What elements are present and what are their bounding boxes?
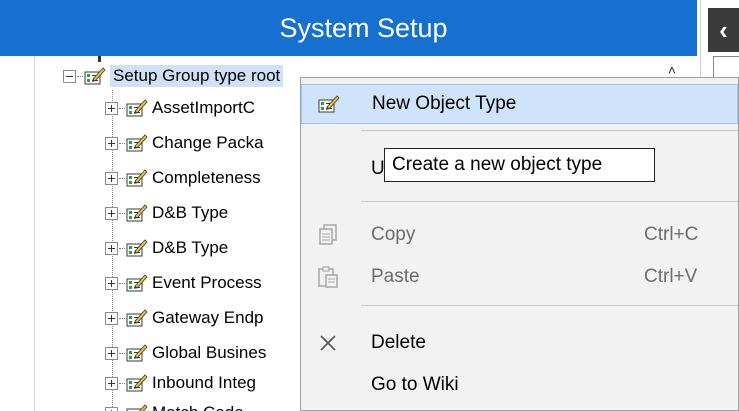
object-type-icon [126,403,148,411]
expand-toggle-icon[interactable] [105,241,118,255]
expand-toggle-icon[interactable] [105,136,118,150]
object-type-icon [126,98,148,118]
tree-node[interactable]: Change Packa [105,129,264,157]
object-type-icon [126,273,148,293]
menu-item-label: New Object Type [372,93,517,114]
menu-item-go-to-wiki[interactable]: Go to Wiki [301,365,738,405]
delete-x-icon [315,330,341,356]
object-type-icon [316,91,342,117]
object-type-icon [126,203,148,223]
menu-separator [361,305,738,306]
menu-item-copy[interactable]: Copy Ctrl+C [301,215,738,255]
expand-toggle-icon[interactable] [105,346,118,360]
tree-node[interactable]: D&B Type [105,234,228,262]
tree-connector [119,247,125,249]
object-type-icon [126,308,148,328]
tree-node-label: Event Process [152,273,262,292]
tree-connector [119,177,125,179]
object-type-icon [126,343,148,363]
menu-item-shortcut: Ctrl+V [644,266,698,287]
tree-connector [119,142,125,144]
collapse-left-arrow-icon[interactable]: ‹ [708,8,739,52]
menu-item-label: U [371,158,385,179]
context-menu: New Object Type U Copy Ctrl+C Paste Ctrl… [300,77,739,411]
tree-node-label: D&B Type [152,203,229,222]
menu-item-label: Delete [371,332,426,353]
tree-connector [119,107,125,109]
expand-toggle-icon[interactable] [105,101,118,115]
menu-item-new-object-type[interactable]: New Object Type [301,84,738,124]
menu-item-label: Copy [371,224,416,245]
tree-node-label: Inbound Integ [152,373,256,392]
paste-icon [315,264,341,290]
tree-node[interactable]: Inbound Integ [105,369,256,397]
tree-node-label: Global Busines [152,343,267,362]
tree-connector [77,75,83,77]
menu-item-paste[interactable]: Paste Ctrl+V [301,257,738,297]
expand-toggle-icon[interactable] [105,376,118,390]
tree-node-label: D&B Type [152,238,229,257]
expand-toggle-icon[interactable] [105,171,118,185]
tree-node[interactable]: Global Busines [105,339,266,367]
object-type-icon [126,168,148,188]
object-type-icon [84,66,106,86]
tree-node-label: Gateway Endp [152,308,264,327]
tooltip: Create a new object type [384,148,655,182]
tree-node-label: Match Code [152,403,244,411]
title-bar: System Setup [0,0,697,56]
tree-connector [119,352,125,354]
window-title: System Setup [279,12,448,43]
tree-node-label: Completeness [152,168,261,187]
menu-separator [361,201,738,202]
tree-connector [119,317,125,319]
tree-connector [119,282,125,284]
expand-toggle-icon[interactable] [105,406,118,411]
object-type-icon [126,238,148,258]
expand-toggle-icon[interactable] [105,311,118,325]
menu-item-delete[interactable]: Delete [301,323,738,363]
expand-toggle-icon[interactable] [105,276,118,290]
menu-item-label: Go to Wiki [371,374,459,395]
tree-node[interactable]: Match Code [105,399,244,411]
expand-toggle-icon[interactable] [105,206,118,220]
menu-separator [361,130,738,131]
tree-node-label: Change Packa [152,133,264,152]
tree-node[interactable]: D&B Type [105,199,228,227]
object-type-icon [126,373,148,393]
tree-node-label: AssetImportC [152,98,255,117]
tooltip-text: Create a new object type [392,154,603,175]
tree-connector [119,382,125,384]
object-type-icon [126,133,148,153]
tree-connector [119,212,125,214]
tree-node[interactable]: Gateway Endp [105,304,264,332]
tree-node[interactable]: Completeness [105,164,261,192]
menu-item-shortcut: Ctrl+C [644,224,699,245]
tree-node[interactable]: AssetImportC [105,94,255,122]
menu-item-label: Paste [371,266,420,287]
tree-node[interactable]: Event Process [105,269,262,297]
tree-node-root[interactable]: Setup Group type root [63,62,284,90]
copy-icon [315,222,341,248]
tree-node-label: Setup Group type root [110,65,284,87]
collapse-toggle-icon[interactable] [63,69,76,83]
